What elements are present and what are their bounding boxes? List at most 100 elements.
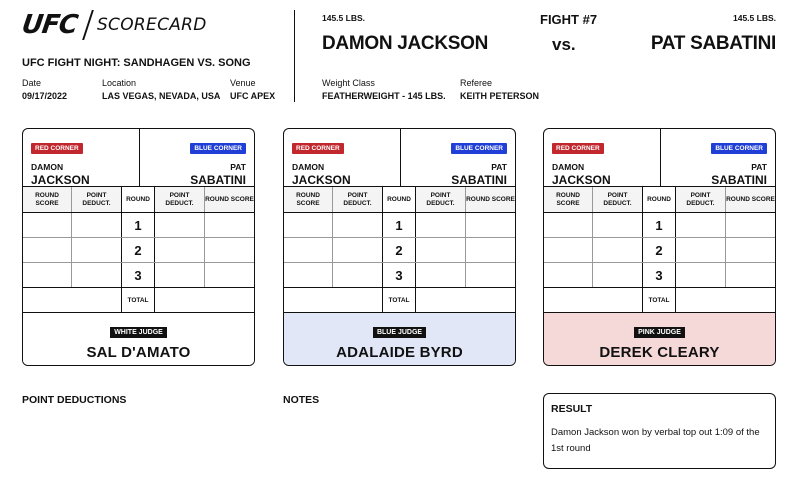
blue-deduct-cell bbox=[676, 263, 726, 287]
blue-score-cell bbox=[466, 213, 515, 237]
blue-score-cell bbox=[466, 238, 515, 262]
scorecard-label: SCORECARD bbox=[96, 15, 207, 35]
blue-total-cell bbox=[676, 288, 775, 312]
judge-scorecard-1: RED CORNER DAMON JACKSON BLUE CORNER PAT… bbox=[22, 128, 255, 366]
blue-deduct-cell bbox=[155, 238, 205, 262]
red-corner-first-name: DAMON bbox=[292, 162, 325, 172]
round-row: 3 bbox=[284, 263, 515, 288]
date-value: 09/17/2022 bbox=[22, 91, 68, 101]
round-number: 1 bbox=[642, 213, 676, 237]
red-score-cell bbox=[284, 213, 332, 237]
judge-badge: WHITE JUDGE bbox=[110, 327, 167, 338]
red-corner-last-name: JACKSON bbox=[31, 172, 90, 187]
blue-corner-first-name: PAT bbox=[491, 162, 507, 172]
red-total-cell bbox=[284, 288, 382, 312]
blue-corner-badge: BLUE CORNER bbox=[451, 143, 507, 154]
red-deduct-cell bbox=[592, 238, 642, 262]
total-label: TOTAL bbox=[642, 288, 676, 312]
weight-class-value: FEATHERWEIGHT - 145 LBS. bbox=[322, 91, 446, 101]
blue-deduct-cell bbox=[676, 213, 726, 237]
total-label: TOTAL bbox=[121, 288, 155, 312]
red-point-deduct-header: POINT DEDUCT. bbox=[332, 187, 382, 212]
red-deduct-cell bbox=[71, 238, 121, 262]
total-row: TOTAL bbox=[23, 288, 254, 313]
red-point-deduct-header: POINT DEDUCT. bbox=[71, 187, 121, 212]
blue-corner: BLUE CORNER PAT SABATINI bbox=[660, 129, 775, 186]
blue-point-deduct-header: POINT DEDUCT. bbox=[416, 187, 466, 212]
blue-score-cell bbox=[205, 238, 254, 262]
red-score-cell bbox=[544, 263, 592, 287]
blue-score-cell bbox=[466, 263, 515, 287]
red-deduct-cell bbox=[332, 238, 382, 262]
result-box: RESULT Damon Jackson won by verbal top o… bbox=[543, 393, 776, 469]
result-text: Damon Jackson won by verbal top out 1:09… bbox=[551, 427, 760, 454]
red-corner-first-name: DAMON bbox=[552, 162, 585, 172]
red-deduct-cell bbox=[332, 263, 382, 287]
red-score-cell bbox=[284, 238, 332, 262]
red-round-score-header: ROUND SCORE bbox=[284, 187, 332, 212]
blue-deduct-cell bbox=[155, 263, 205, 287]
blue-corner-last-name: SABATINI bbox=[451, 172, 507, 187]
round-number: 2 bbox=[382, 238, 416, 262]
red-round-score-header: ROUND SCORE bbox=[23, 187, 71, 212]
logo-divider bbox=[82, 10, 94, 40]
blue-deduct-cell bbox=[416, 238, 466, 262]
date-label: Date bbox=[22, 78, 42, 88]
corner-header: RED CORNER DAMON JACKSON BLUE CORNER PAT… bbox=[23, 129, 254, 187]
blue-deduct-cell bbox=[416, 213, 466, 237]
round-row: 1 bbox=[544, 213, 775, 238]
blue-total-cell bbox=[155, 288, 254, 312]
red-deduct-cell bbox=[592, 213, 642, 237]
red-score-cell bbox=[284, 263, 332, 287]
blue-score-cell bbox=[205, 213, 254, 237]
location-block: Location LAS VEGAS, NEVADA, USA bbox=[102, 78, 220, 101]
judge-name: ADALAIDE BYRD bbox=[336, 344, 463, 361]
red-corner-badge: RED CORNER bbox=[31, 143, 83, 154]
red-total-cell bbox=[544, 288, 642, 312]
blue-point-deduct-header: POINT DEDUCT. bbox=[676, 187, 726, 212]
round-number: 2 bbox=[121, 238, 155, 262]
total-row: TOTAL bbox=[284, 288, 515, 313]
round-header: ROUND bbox=[121, 187, 155, 212]
round-number: 3 bbox=[382, 263, 416, 287]
judge-area: WHITE JUDGE SAL D'AMATO bbox=[23, 313, 254, 365]
red-corner: RED CORNER DAMON JACKSON bbox=[284, 129, 400, 186]
round-row: 3 bbox=[23, 263, 254, 288]
red-score-cell bbox=[544, 238, 592, 262]
blue-point-deduct-header: POINT DEDUCT. bbox=[155, 187, 205, 212]
red-corner-last-name: JACKSON bbox=[552, 172, 611, 187]
red-deduct-cell bbox=[592, 263, 642, 287]
venue-block: Venue UFC APEX bbox=[230, 78, 275, 101]
ufc-scorecard-logo: UFC SCORECARD bbox=[20, 10, 207, 40]
red-corner: RED CORNER DAMON JACKSON bbox=[23, 129, 139, 186]
referee-block: Referee KEITH PETERSON bbox=[460, 78, 539, 101]
blue-round-score-header: ROUND SCORE bbox=[726, 187, 775, 212]
judge-badge: PINK JUDGE bbox=[634, 327, 685, 338]
blue-corner-first-name: PAT bbox=[751, 162, 767, 172]
judge-area: PINK JUDGE DEREK CLEARY bbox=[544, 313, 775, 365]
red-corner-badge: RED CORNER bbox=[292, 143, 344, 154]
red-corner-badge: RED CORNER bbox=[552, 143, 604, 154]
round-number: 1 bbox=[121, 213, 155, 237]
result-title: RESULT bbox=[551, 403, 593, 415]
corner-header: RED CORNER DAMON JACKSON BLUE CORNER PAT… bbox=[544, 129, 775, 187]
round-row: 2 bbox=[23, 238, 254, 263]
red-score-cell bbox=[23, 213, 71, 237]
blue-score-cell bbox=[726, 263, 775, 287]
fight-number: FIGHT #7 bbox=[540, 12, 598, 27]
score-header-row: ROUND SCORE POINT DEDUCT. ROUND POINT DE… bbox=[284, 187, 515, 213]
referee-label: Referee bbox=[460, 78, 493, 88]
red-score-cell bbox=[23, 263, 71, 287]
red-point-deduct-header: POINT DEDUCT. bbox=[592, 187, 642, 212]
blue-total-cell bbox=[416, 288, 515, 312]
blue-corner-badge: BLUE CORNER bbox=[711, 143, 767, 154]
round-row: 2 bbox=[544, 238, 775, 263]
weight-class-label: Weight Class bbox=[322, 78, 375, 88]
round-number: 2 bbox=[642, 238, 676, 262]
round-header: ROUND bbox=[642, 187, 676, 212]
red-fighter-name: DAMON JACKSON bbox=[322, 33, 489, 54]
red-total-cell bbox=[23, 288, 121, 312]
blue-score-cell bbox=[726, 238, 775, 262]
blue-corner: BLUE CORNER PAT SABATINI bbox=[139, 129, 254, 186]
red-score-cell bbox=[544, 213, 592, 237]
